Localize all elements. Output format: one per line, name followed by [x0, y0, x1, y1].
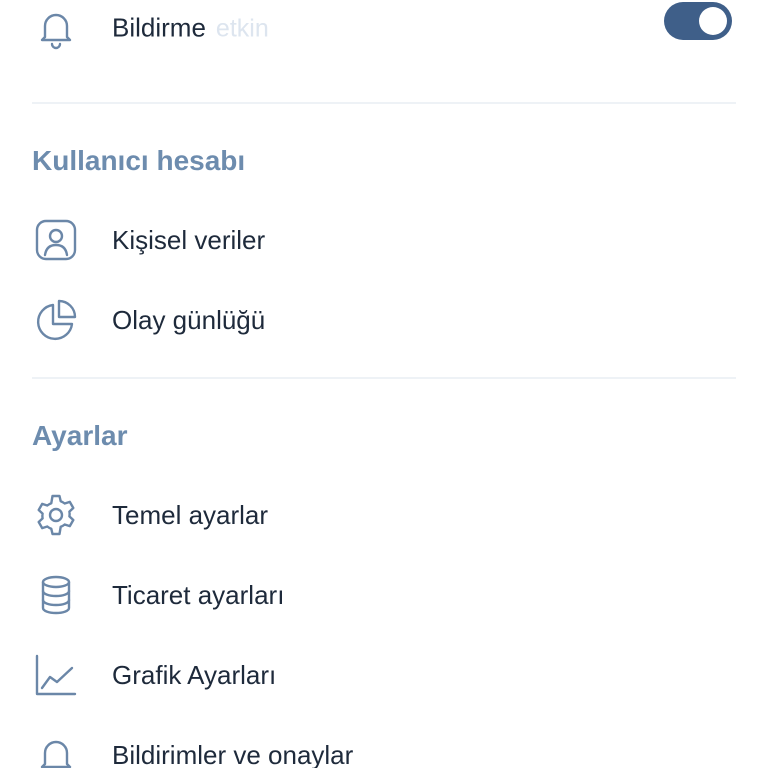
- notification-label: Bildirme etkin: [112, 12, 269, 45]
- menu-item-basic-settings[interactable]: Temel ayarlar: [0, 477, 768, 553]
- menu-item-chart-settings[interactable]: Grafik Ayarları: [0, 637, 768, 713]
- notification-toggle[interactable]: [664, 2, 732, 40]
- section-title-user-account: Kullanıcı hesabı: [32, 145, 246, 176]
- user-profile-icon: [32, 216, 80, 264]
- menu-item-label: Temel ayarlar: [112, 500, 269, 530]
- notification-status: etkin: [215, 14, 269, 43]
- gear-icon: [32, 491, 80, 539]
- toggle-knob: [699, 7, 727, 35]
- menu-item-label: Grafik Ayarları: [112, 660, 277, 690]
- menu-item-personal-data[interactable]: Kişisel veriler: [0, 202, 768, 278]
- divider: [32, 377, 736, 379]
- line-chart-icon: [32, 651, 80, 699]
- divider: [32, 102, 736, 104]
- database-icon: [32, 571, 80, 619]
- menu-item-label: Ticaret ayarları: [112, 580, 285, 610]
- menu-item-label: Olay günlüğü: [112, 305, 266, 335]
- menu-item-trade-settings[interactable]: Ticaret ayarları: [0, 557, 768, 633]
- notification-toggle-row[interactable]: Bildirme etkin: [0, 0, 768, 66]
- menu-item-event-log[interactable]: Olay günlüğü: [0, 282, 768, 358]
- settings-screen: Bildirme etkin Kullanıcı hesabı Kişisel v…: [0, 0, 768, 768]
- bell-icon: [32, 731, 80, 768]
- bell-icon: [32, 4, 80, 52]
- menu-item-label: Bildirimler ve onaylar: [112, 740, 354, 768]
- section-title-settings: Ayarlar: [32, 420, 128, 451]
- menu-item-label: Kişisel veriler: [112, 225, 266, 255]
- notification-title: Bildirme: [112, 12, 206, 43]
- menu-item-notifications-approvals[interactable]: Bildirimler ve onaylar: [0, 717, 768, 768]
- pie-chart-icon: [32, 296, 80, 344]
